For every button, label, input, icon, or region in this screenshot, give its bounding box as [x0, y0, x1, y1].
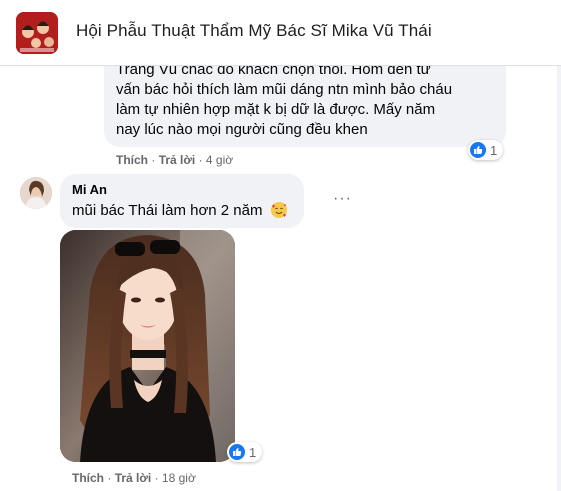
- comment-text-line: làm tự nhiên hợp mặt k bị dữ là được. Mấ…: [116, 101, 436, 118]
- group-title[interactable]: Hội Phẫu Thuật Thẩm Mỹ Bác Sĩ Mika Vũ Th…: [76, 21, 432, 41]
- avatar[interactable]: [20, 177, 52, 209]
- like-link[interactable]: Thích: [116, 153, 148, 167]
- smiling-face-with-hearts-icon: [270, 202, 287, 218]
- reaction-badge[interactable]: 1: [468, 140, 504, 160]
- reaction-count: 1: [490, 142, 498, 158]
- comment-actions: Thích · Trả lời · 18 giờ: [72, 471, 196, 485]
- reaction-count: 1: [249, 444, 257, 460]
- comment-bubble: Mi An mũi bác Thái làm hơn 2 năm: [60, 174, 304, 228]
- comment-text-line: vấn bác hỏi thích làm mũi dáng ntn mình …: [116, 81, 453, 98]
- like-link[interactable]: Thích: [72, 471, 104, 485]
- like-reaction-icon: [470, 142, 486, 158]
- like-reaction-icon: [229, 444, 245, 460]
- reaction-badge[interactable]: 1: [227, 442, 263, 462]
- selfie-photo: [60, 230, 235, 462]
- comment-actions: Thích · Trả lời · 4 giờ: [116, 153, 234, 167]
- comment-text: mũi bác Thái làm hơn 2 năm: [72, 201, 292, 221]
- reply-link[interactable]: Trả lời: [115, 471, 152, 485]
- reply-link[interactable]: Trả lời: [159, 153, 196, 167]
- user-avatar-icon: [20, 177, 52, 209]
- comment-text-line: nay lúc nào mọi người cũng đều khen: [116, 121, 368, 138]
- scrollbar-track[interactable]: [557, 0, 561, 491]
- group-avatar[interactable]: [16, 12, 58, 54]
- group-photo-icon: [16, 12, 58, 54]
- comment-text-body: mũi bác Thái làm hơn 2 năm: [72, 202, 263, 219]
- comment-time[interactable]: 4 giờ: [206, 153, 233, 167]
- comment-time[interactable]: 18 giờ: [162, 471, 196, 485]
- more-options-icon[interactable]: ···: [333, 190, 352, 208]
- group-header: Hội Phẫu Thuật Thẩm Mỹ Bác Sĩ Mika Vũ Th…: [0, 0, 561, 66]
- comment-author[interactable]: Mi An: [72, 182, 292, 198]
- comment-photo[interactable]: [60, 230, 235, 462]
